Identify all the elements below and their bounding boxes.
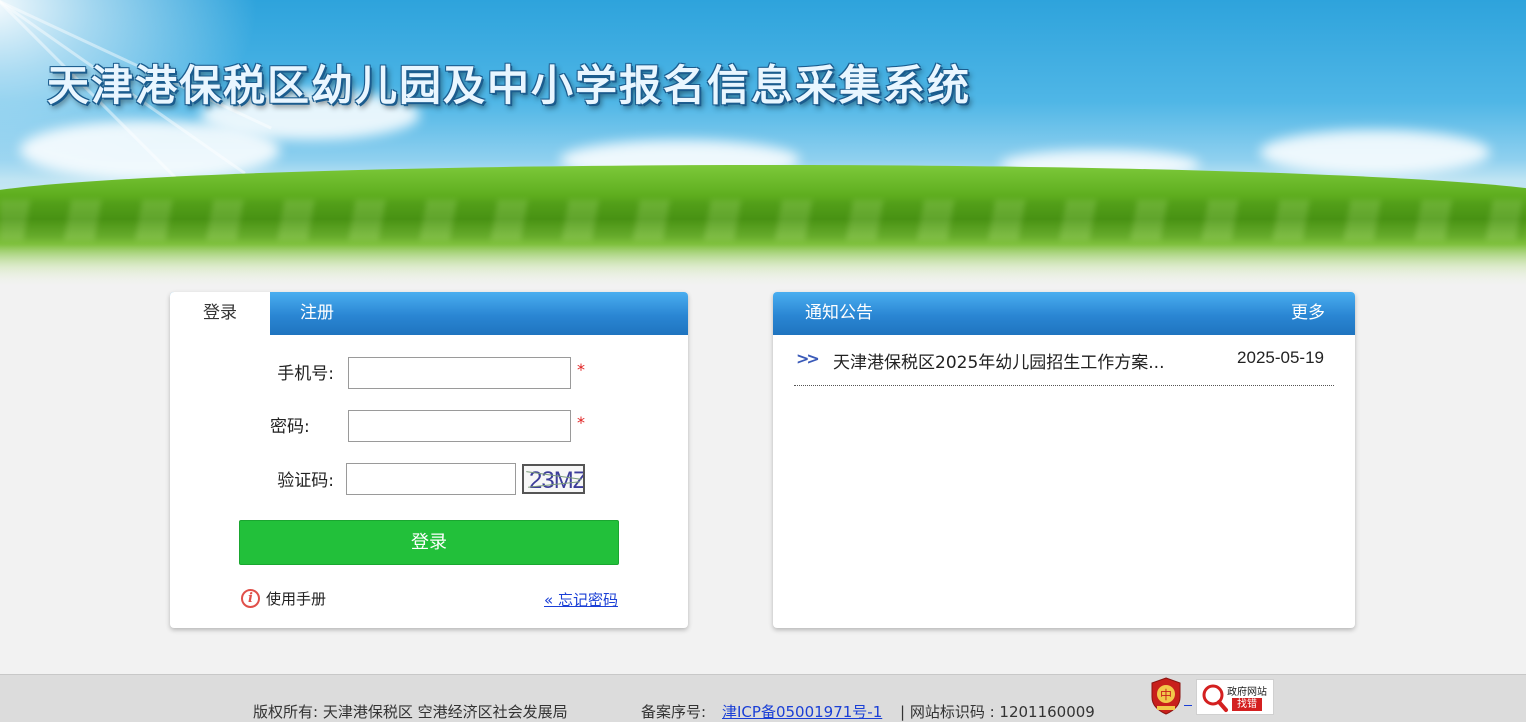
password-input[interactable]	[348, 410, 571, 442]
grass-texture	[0, 200, 1526, 240]
svg-text:中: 中	[1160, 687, 1172, 702]
copyright-text: 版权所有: 天津港保税区 空港经济区社会发展局	[253, 703, 568, 721]
captcha-image[interactable]: 23MZ	[522, 464, 585, 494]
phone-input[interactable]	[348, 357, 571, 389]
banner-fade	[0, 245, 1526, 290]
notice-item-title[interactable]: 天津港保税区2025年幼儿园招生工作方案...	[833, 348, 1164, 373]
required-mark: *	[577, 413, 585, 432]
phone-label: 手机号:	[277, 364, 334, 384]
user-manual-link[interactable]: i 使用手册	[241, 588, 326, 609]
site-title: 天津港保税区幼儿园及中小学报名信息采集系统	[47, 61, 972, 110]
login-panel: 登录 注册 手机号: * 密码: * 验证码: 23MZ 登录 i 使用手册 «…	[170, 292, 688, 628]
cloud	[1260, 130, 1490, 175]
gov-site-error-icon[interactable]: 政府网站 找错	[1196, 679, 1274, 715]
login-tab-bar: 登录 注册	[170, 292, 688, 335]
info-circle-icon: i	[241, 589, 260, 608]
header-banner: 天津港保税区幼儿园及中小学报名信息采集系统	[0, 0, 1526, 290]
gov-badge-subtitle: 找错	[1232, 698, 1262, 711]
captcha-image-text: 23MZ	[529, 467, 585, 494]
party-emblem-icon[interactable]: 中	[1150, 677, 1182, 715]
password-label: 密码:	[270, 417, 310, 437]
required-mark: *	[577, 360, 585, 379]
footer-marquee-clipped	[520, 671, 980, 677]
tab-login[interactable]: 登录	[170, 292, 270, 335]
site-id-text: | 网站标识码 : 1201160009	[900, 703, 1095, 721]
captcha-input[interactable]	[346, 463, 516, 495]
captcha-label: 验证码:	[277, 471, 334, 491]
forgot-password-link[interactable]: « 忘记密码	[544, 589, 618, 610]
icp-prefix: 备案序号:	[641, 703, 707, 721]
double-chevron-right-icon: >>	[796, 349, 820, 368]
icp-link[interactable]: 津ICP备05001971号-1	[722, 701, 882, 722]
tab-register[interactable]: 注册	[300, 292, 334, 335]
notice-header-bar: 通知公告 更多	[773, 292, 1355, 335]
emblem-link-underline	[1184, 705, 1192, 706]
footer: 版权所有: 天津港保税区 空港经济区社会发展局 备案序号: 津ICP备05001…	[0, 674, 1526, 722]
notice-title: 通知公告	[805, 303, 873, 323]
login-button[interactable]: 登录	[239, 520, 619, 565]
user-manual-label: 使用手册	[266, 590, 327, 608]
notice-item-date: 2025-05-19	[1237, 348, 1324, 367]
gov-badge-title: 政府网站	[1227, 687, 1267, 698]
more-link[interactable]: 更多	[1291, 292, 1325, 335]
notice-list-item[interactable]: >> 天津港保税区2025年幼儿园招生工作方案... 2025-05-19	[794, 348, 1334, 386]
notice-panel: 通知公告 更多 >> 天津港保税区2025年幼儿园招生工作方案... 2025-…	[773, 292, 1355, 628]
